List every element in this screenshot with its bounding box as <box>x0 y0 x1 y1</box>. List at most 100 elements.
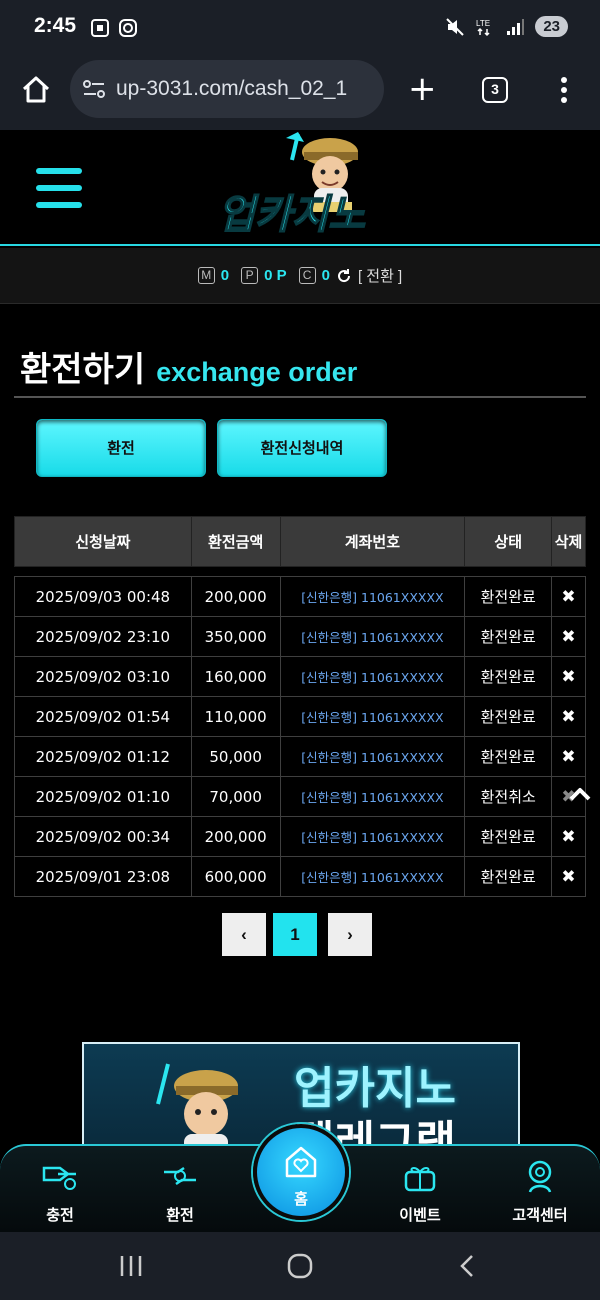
coin-value: 0 <box>321 267 330 284</box>
android-navigation-bar <box>0 1232 600 1300</box>
browser-toolbar: up-3031.com/cash_02_1 + 3 <box>0 58 600 130</box>
page-title: 환전하기 exchange order <box>20 342 357 391</box>
tab-switcher-button[interactable]: 3 <box>482 77 508 103</box>
column-header-date: 신청날짜 <box>14 516 192 567</box>
svg-text:LTE: LTE <box>476 19 490 28</box>
row-amount: 110,000 <box>190 696 281 737</box>
nav-event-label: 이벤트 <box>399 1206 441 1224</box>
row-amount: 70,000 <box>190 776 281 817</box>
next-page-button[interactable]: › <box>328 913 372 956</box>
row-status: 환전완료 <box>464 616 553 657</box>
nav-home-label: 홈 <box>294 1190 308 1208</box>
column-header-status: 상태 <box>464 516 553 567</box>
column-header-delete: 삭제 <box>551 516 586 567</box>
mute-icon <box>446 17 465 36</box>
row-amount: 160,000 <box>190 656 281 697</box>
table-row: 2025/09/02 00:34 200,000 [신한은행] 11061XXX… <box>14 816 586 857</box>
instagram-icon <box>119 19 137 37</box>
recent-apps-icon[interactable] <box>118 1253 144 1279</box>
page-title-korean: 환전하기 <box>20 350 146 390</box>
screenshot-icon <box>91 19 109 37</box>
row-date: 2025/09/02 00:34 <box>14 816 192 857</box>
points-bar: M 0 P 0 P C 0 [ 전환 ] <box>0 248 600 304</box>
row-amount: 600,000 <box>190 856 281 897</box>
row-account: [신한은행] 11061XXXXX <box>279 816 466 857</box>
tab-exchange-history[interactable]: 환전신청내역 <box>217 419 387 477</box>
row-account: [신한은행] 11061XXXXX <box>279 736 466 777</box>
row-amount: 50,000 <box>190 736 281 777</box>
url-text[interactable]: up-3031.com/cash_02_1 <box>116 77 378 101</box>
site-logo[interactable]: 업카지노 <box>214 130 390 236</box>
row-account: [신한은행] 11061XXXXX <box>279 616 466 657</box>
point-value: 0 P <box>264 267 287 284</box>
nav-deposit-label: 충전 <box>46 1206 74 1224</box>
back-icon[interactable] <box>456 1253 480 1279</box>
site-header: 업카지노 <box>0 130 600 246</box>
row-date: 2025/09/01 23:08 <box>14 856 192 897</box>
android-home-icon[interactable] <box>286 1252 314 1280</box>
home-icon[interactable] <box>20 74 52 106</box>
refresh-icon[interactable] <box>336 268 352 284</box>
row-status: 환전완료 <box>464 696 553 737</box>
row-account: [신한은행] 11061XXXXX <box>279 656 466 697</box>
more-menu-icon[interactable] <box>552 74 576 106</box>
row-status: 환전완료 <box>464 816 553 857</box>
page-number-button[interactable]: 1 <box>273 913 317 956</box>
support-icon <box>528 1160 552 1193</box>
money-icon: M <box>197 267 215 284</box>
row-date: 2025/09/02 01:12 <box>14 736 192 777</box>
table-row: 2025/09/02 01:10 70,000 [신한은행] 11061XXXX… <box>14 776 586 817</box>
nav-withdraw[interactable]: 환전 <box>130 1158 230 1225</box>
point-icon: P <box>241 267 259 284</box>
nav-deposit[interactable]: 충전 <box>10 1158 110 1225</box>
convert-points-button[interactable]: [ 전환 ] <box>358 265 402 286</box>
coin-icon: C <box>298 267 316 284</box>
row-account: [신한은행] 11061XXXXX <box>279 856 466 897</box>
nav-event[interactable]: 이벤트 <box>370 1158 470 1225</box>
exchange-history-table: 신청날짜 환전금액 계좌번호 상태 삭제 2025/09/03 00:48 20… <box>14 516 586 897</box>
home-heart-icon <box>285 1146 317 1178</box>
nav-home-button[interactable]: 홈 <box>253 1124 349 1220</box>
tab-exchange[interactable]: 환전 <box>36 419 206 477</box>
delete-button[interactable]: ✖ <box>551 736 586 777</box>
row-status: 환전완료 <box>464 856 553 897</box>
delete-button[interactable]: ✖ <box>551 856 586 897</box>
row-date: 2025/09/02 03:10 <box>14 656 192 697</box>
delete-button[interactable]: ✖ <box>551 656 586 697</box>
delete-button[interactable]: ✖ <box>551 576 586 617</box>
row-status: 환전완료 <box>464 736 553 777</box>
row-amount: 200,000 <box>190 816 281 857</box>
gift-icon <box>404 1166 436 1192</box>
table-row: 2025/09/01 23:08 600,000 [신한은행] 11061XXX… <box>14 856 586 897</box>
nav-withdraw-label: 환전 <box>166 1206 194 1224</box>
hamburger-menu-icon[interactable] <box>36 168 82 208</box>
previous-page-button[interactable]: ‹ <box>222 913 266 956</box>
row-status: 환전완료 <box>464 656 553 697</box>
delete-button[interactable]: ✖ <box>551 816 586 857</box>
site-settings-icon[interactable] <box>82 78 106 100</box>
row-amount: 200,000 <box>190 576 281 617</box>
url-bar[interactable]: up-3031.com/cash_02_1 <box>70 60 384 118</box>
row-status: 환전완료 <box>464 576 553 617</box>
row-account: [신한은행] 11061XXXXX <box>279 776 466 817</box>
row-date: 2025/09/02 01:54 <box>14 696 192 737</box>
mascot-image <box>156 1063 238 1150</box>
row-date: 2025/09/02 01:10 <box>14 776 192 817</box>
delete-button[interactable]: ✖ <box>551 696 586 737</box>
nav-support[interactable]: 고객센터 <box>490 1158 590 1225</box>
column-header-amount: 환전금액 <box>190 516 281 567</box>
nav-support-label: 고객센터 <box>512 1206 568 1224</box>
table-row: 2025/09/03 00:48 200,000 [신한은행] 11061XXX… <box>14 576 586 617</box>
row-date: 2025/09/03 00:48 <box>14 576 192 617</box>
new-tab-icon[interactable]: + <box>408 72 437 106</box>
row-date: 2025/09/02 23:10 <box>14 616 192 657</box>
withdraw-icon <box>164 1166 196 1186</box>
table-header-row: 신청날짜 환전금액 계좌번호 상태 삭제 <box>14 516 586 567</box>
delete-button[interactable]: ✖ <box>551 616 586 657</box>
scroll-to-top-icon[interactable] <box>567 781 593 807</box>
column-header-account: 계좌번호 <box>279 516 466 567</box>
deposit-icon <box>42 1166 76 1190</box>
table-row: 2025/09/02 01:54 110,000 [신한은행] 11061XXX… <box>14 696 586 737</box>
row-account: [신한은행] 11061XXXXX <box>279 696 466 737</box>
title-divider <box>14 396 586 398</box>
